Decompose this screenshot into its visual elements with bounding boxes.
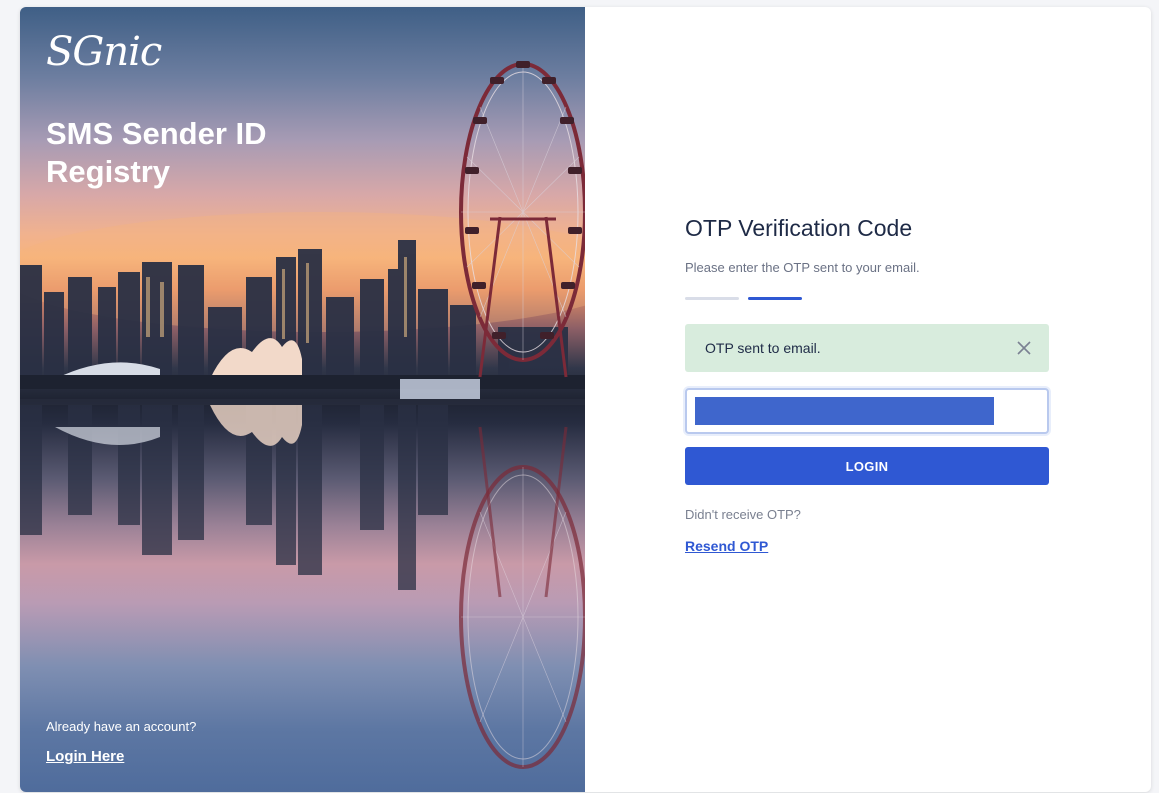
step-2-indicator-active bbox=[748, 297, 802, 300]
close-icon[interactable] bbox=[1015, 339, 1033, 357]
no-receive-text: Didn't receive OTP? bbox=[685, 507, 801, 522]
login-card: SGnic SMS Sender ID Registry Already hav… bbox=[20, 7, 1151, 792]
otp-form: OTP Verification Code Please enter the O… bbox=[685, 215, 1049, 556]
hero-title: SMS Sender ID Registry bbox=[46, 116, 267, 189]
resend-otp-link[interactable]: Resend OTP bbox=[685, 538, 768, 554]
form-subtitle: Please enter the OTP sent to your email. bbox=[685, 260, 920, 275]
step-indicator bbox=[685, 297, 1049, 300]
sgnic-logo: SGnic bbox=[46, 29, 162, 75]
form-title: OTP Verification Code bbox=[685, 215, 913, 241]
account-prompt: Already have an account? bbox=[46, 719, 197, 734]
hero-panel: SGnic SMS Sender ID Registry Already hav… bbox=[20, 7, 585, 792]
step-1-indicator bbox=[685, 297, 739, 300]
otp-input-wrapper bbox=[685, 388, 1049, 434]
alert-message: OTP sent to email. bbox=[705, 340, 821, 356]
login-here-link[interactable]: Login Here bbox=[46, 748, 124, 765]
success-alert: OTP sent to email. bbox=[685, 324, 1049, 372]
otp-input[interactable] bbox=[695, 397, 994, 425]
login-button[interactable]: LOGIN bbox=[685, 447, 1049, 485]
